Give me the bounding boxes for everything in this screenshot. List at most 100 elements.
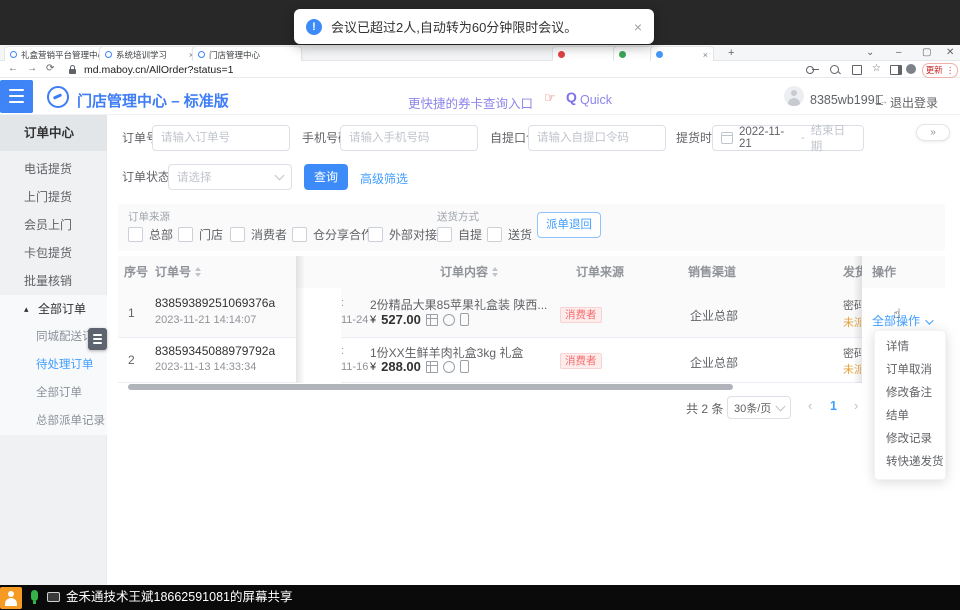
current-page[interactable]: 1 <box>830 399 837 413</box>
sidebar-item-hq-dispatch-records[interactable]: 总部派单记录 <box>0 407 107 435</box>
window-close-button[interactable]: ✕ <box>946 47 954 59</box>
browser-menu-caret-icon[interactable]: ⌄ <box>866 47 874 59</box>
menu-item-edit-note[interactable]: 修改备注 <box>875 382 945 405</box>
print-icon[interactable] <box>426 361 438 373</box>
checkbox-source-store[interactable]: 门店 <box>178 226 223 243</box>
horizontal-scrollbar[interactable] <box>128 384 733 390</box>
menu-item-settle[interactable]: 结单 <box>875 405 945 428</box>
sidebar-section-order-center[interactable]: 订单中心 <box>0 115 107 151</box>
end-date-placeholder[interactable]: 结束日期 <box>811 122 855 154</box>
pagination-total: 共 2 条 <box>686 400 723 417</box>
microphone-icon[interactable] <box>31 590 38 601</box>
print-icon[interactable] <box>426 314 438 326</box>
update-label: 更新 <box>926 64 943 76</box>
checkbox-delivery[interactable]: 送货 <box>487 226 532 243</box>
logout-button[interactable]: 退出登录 <box>890 94 938 111</box>
checkbox-icon[interactable] <box>178 227 193 242</box>
sidebar-item-phone-pickup[interactable]: 电话提货 <box>0 155 107 183</box>
bookmark-star-icon[interactable]: ☆ <box>872 63 881 74</box>
collapse-toolbar-button[interactable]: » <box>916 124 950 141</box>
clipped-cell-fragment: : <box>341 345 344 357</box>
menu-item-cancel-order[interactable]: 订单取消 <box>875 359 945 382</box>
browser-tab-4[interactable] <box>552 46 622 62</box>
phone-input[interactable] <box>340 125 478 151</box>
pickup-code-input[interactable] <box>528 125 666 151</box>
checkbox-icon[interactable] <box>128 227 143 242</box>
col-header-order-no[interactable]: 订单号 <box>155 256 201 288</box>
delivery-method-label: 送货方式 <box>437 209 479 224</box>
search-button[interactable]: 查询 <box>304 164 348 190</box>
zoom-icon[interactable] <box>830 65 839 74</box>
col-header-actions: 操作 <box>862 256 945 288</box>
url-text[interactable]: md.maboy.cn/AllOrder?status=1 <box>84 64 234 76</box>
menu-item-details[interactable]: 详情 <box>875 336 945 359</box>
sidebar-item-all-orders[interactable]: 全部订单 <box>0 379 107 407</box>
mobile-icon[interactable] <box>460 313 469 326</box>
sidebar-item-batch-verify[interactable]: 批量核销 <box>0 267 107 295</box>
sidebar-item-pending-orders[interactable]: 待处理订单 <box>0 351 107 379</box>
drawer-handle[interactable] <box>88 328 107 350</box>
package-icon[interactable] <box>443 314 455 326</box>
page-size-select[interactable]: 30条/页 <box>727 396 791 419</box>
user-avatar[interactable] <box>784 86 804 106</box>
side-panel-icon[interactable] <box>890 65 902 75</box>
checkbox-source-external[interactable]: 外部对接 <box>368 226 437 243</box>
quick-link[interactable]: Quick <box>580 93 612 107</box>
hamburger-menu-button[interactable] <box>0 80 33 113</box>
quick-q-icon[interactable]: Q <box>566 89 577 105</box>
next-page-button[interactable]: › <box>854 398 858 413</box>
meeting-toast: ! 会议已超过2人,自动转为60分钟限时会议。 × <box>294 9 654 44</box>
coupon-query-entry-link[interactable]: 更快捷的券卡查询入口 <box>408 93 533 112</box>
package-icon[interactable] <box>443 361 455 373</box>
sort-icon[interactable] <box>492 267 498 277</box>
browser-tab-6[interactable]: × <box>650 46 714 62</box>
toast-close-icon[interactable]: × <box>634 20 642 34</box>
checkbox-source-warehouse-share[interactable]: 仓分享合作 <box>292 226 373 243</box>
mobile-icon[interactable] <box>460 360 469 373</box>
date-range-picker[interactable]: 2022-11-21 - 结束日期 <box>712 125 864 151</box>
sidebar-item-member-visit[interactable]: 会员上门 <box>0 211 107 239</box>
checkbox-label: 自提 <box>458 226 482 243</box>
browser-update-button[interactable]: 更新 ⋮ <box>922 63 958 78</box>
checkbox-icon[interactable] <box>437 227 452 242</box>
start-date-value[interactable]: 2022-11-21 <box>739 126 795 150</box>
sort-icon[interactable] <box>195 267 201 277</box>
share-icon[interactable] <box>852 65 862 75</box>
checkbox-source-hq[interactable]: 总部 <box>128 226 173 243</box>
dispatch-return-button[interactable]: 派单退回 <box>537 212 601 238</box>
sidebar-group-all-orders[interactable]: 全部订单 <box>0 295 107 323</box>
actions-dropdown-menu: 详情 订单取消 修改备注 结单 修改记录 转快递发货 <box>874 330 946 480</box>
checkbox-self-pickup[interactable]: 自提 <box>437 226 482 243</box>
checkbox-label: 消费者 <box>251 226 287 243</box>
window-restore-button[interactable]: ▢ <box>922 47 931 59</box>
col-header-content[interactable]: 订单内容 <box>440 256 498 288</box>
row-index: 1 <box>128 306 135 320</box>
checkbox-source-consumer[interactable]: 消费者 <box>230 226 287 243</box>
back-icon[interactable]: ← <box>8 63 18 75</box>
window-minimize-button[interactable]: – <box>896 47 902 59</box>
menu-item-express-ship[interactable]: 转快递发货 <box>875 451 945 474</box>
browser-tab-2[interactable]: 系统培训学习 × <box>99 46 200 62</box>
checkbox-icon[interactable] <box>292 227 307 242</box>
browser-tab-3-active[interactable]: 门店管理中心 <box>192 46 302 62</box>
forward-icon[interactable]: → <box>27 63 37 75</box>
checkbox-icon[interactable] <box>368 227 383 242</box>
advanced-filter-link[interactable]: 高级筛选 <box>360 170 408 187</box>
checkbox-icon[interactable] <box>230 227 245 242</box>
all-actions-dropdown-trigger[interactable]: 全部操作 <box>872 312 931 329</box>
browser-tab-1[interactable]: 礼盒营销平台管理中心 × <box>4 46 107 62</box>
lock-icon-body <box>69 69 76 74</box>
order-status-select[interactable]: 请选择 <box>168 164 292 190</box>
sidebar-item-door-pickup[interactable]: 上门提货 <box>0 183 107 211</box>
yen-symbol: ¥ <box>370 314 376 326</box>
sidebar-item-card-pickup[interactable]: 卡包提货 <box>0 239 107 267</box>
order-no-input[interactable] <box>152 125 290 151</box>
menu-item-edit-history[interactable]: 修改记录 <box>875 428 945 451</box>
key-icon[interactable] <box>806 66 814 74</box>
prev-page-button[interactable]: ‹ <box>808 398 812 413</box>
new-tab-button[interactable]: + <box>728 47 734 59</box>
browser-profile-avatar[interactable] <box>906 64 916 74</box>
checkbox-icon[interactable] <box>487 227 502 242</box>
reload-icon[interactable]: ⟳ <box>46 63 54 75</box>
tab-close-icon[interactable]: × <box>699 50 708 60</box>
